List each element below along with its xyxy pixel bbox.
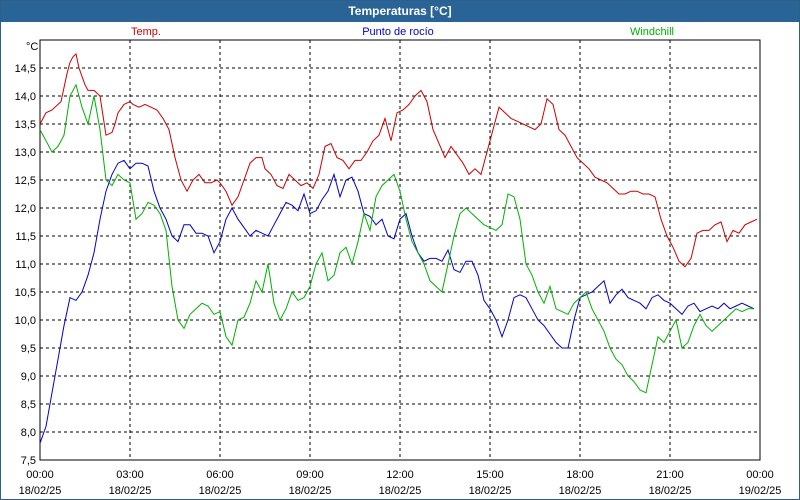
x-tick-date: 18/02/25 — [289, 485, 332, 497]
y-tick-label: 11,0 — [15, 259, 36, 271]
x-tick-date: 18/02/25 — [469, 485, 512, 497]
x-tick-time: 21:00 — [656, 469, 684, 481]
x-tick-time: 12:00 — [386, 469, 414, 481]
y-tick-label: 10,0 — [15, 315, 36, 327]
y-tick-label: 9,5 — [21, 343, 36, 355]
y-axis-label: °C — [26, 41, 38, 53]
y-tick-label: 14,5 — [15, 63, 36, 75]
legend-item-0: Temp. — [131, 26, 161, 38]
legend-item-2: Windchill — [630, 26, 674, 38]
x-tick-time: 00:00 — [26, 469, 54, 481]
x-tick-date: 18/02/25 — [649, 485, 692, 497]
x-tick-time: 18:00 — [566, 469, 594, 481]
x-tick-time: 15:00 — [476, 469, 504, 481]
x-tick-date: 19/02/25 — [739, 485, 782, 497]
y-tick-label: 9,0 — [21, 371, 36, 383]
x-tick-date: 18/02/25 — [19, 485, 62, 497]
y-tick-label: 8,5 — [21, 399, 36, 411]
y-tick-label: 13,0 — [15, 147, 36, 159]
y-tick-label: 8,0 — [21, 427, 36, 439]
temperature-chart: 7,5 8,0 8,5 9,0 9,5 10,0 10,5 11,0 11,5 12,0 12,5 1… — [15, 26, 782, 497]
y-tick-label: 7,5 — [21, 455, 36, 467]
y-tick-label: 12,0 — [15, 203, 36, 215]
x-tick-time: 06:00 — [206, 469, 234, 481]
y-axis: 7,5 8,0 8,5 9,0 9,5 10,0 10,5 11,0 11,5 12,0 12,5 1… — [15, 63, 36, 467]
x-tick-time: 00:00 — [746, 469, 774, 481]
legend: Temp. Punto de rocío Windchill — [131, 26, 674, 38]
y-tick-label: 13,5 — [15, 119, 36, 131]
y-tick-label: 10,5 — [15, 287, 36, 299]
x-tick-date: 18/02/25 — [109, 485, 152, 497]
y-tick-label: 12,5 — [15, 175, 36, 187]
legend-item-1: Punto de rocío — [362, 26, 434, 38]
x-tick-date: 18/02/25 — [199, 485, 242, 497]
x-tick-date: 18/02/25 — [379, 485, 422, 497]
x-tick-time: 03:00 — [116, 469, 144, 481]
x-axis: 00:00 18/02/25 03:00 18/02/25 06:00 18/02/25 0… — [19, 469, 782, 497]
y-tick-label: 14,0 — [15, 91, 36, 103]
y-tick-label: 11,5 — [15, 231, 36, 243]
x-tick-time: 09:00 — [296, 469, 324, 481]
x-tick-date: 18/02/25 — [559, 485, 602, 497]
